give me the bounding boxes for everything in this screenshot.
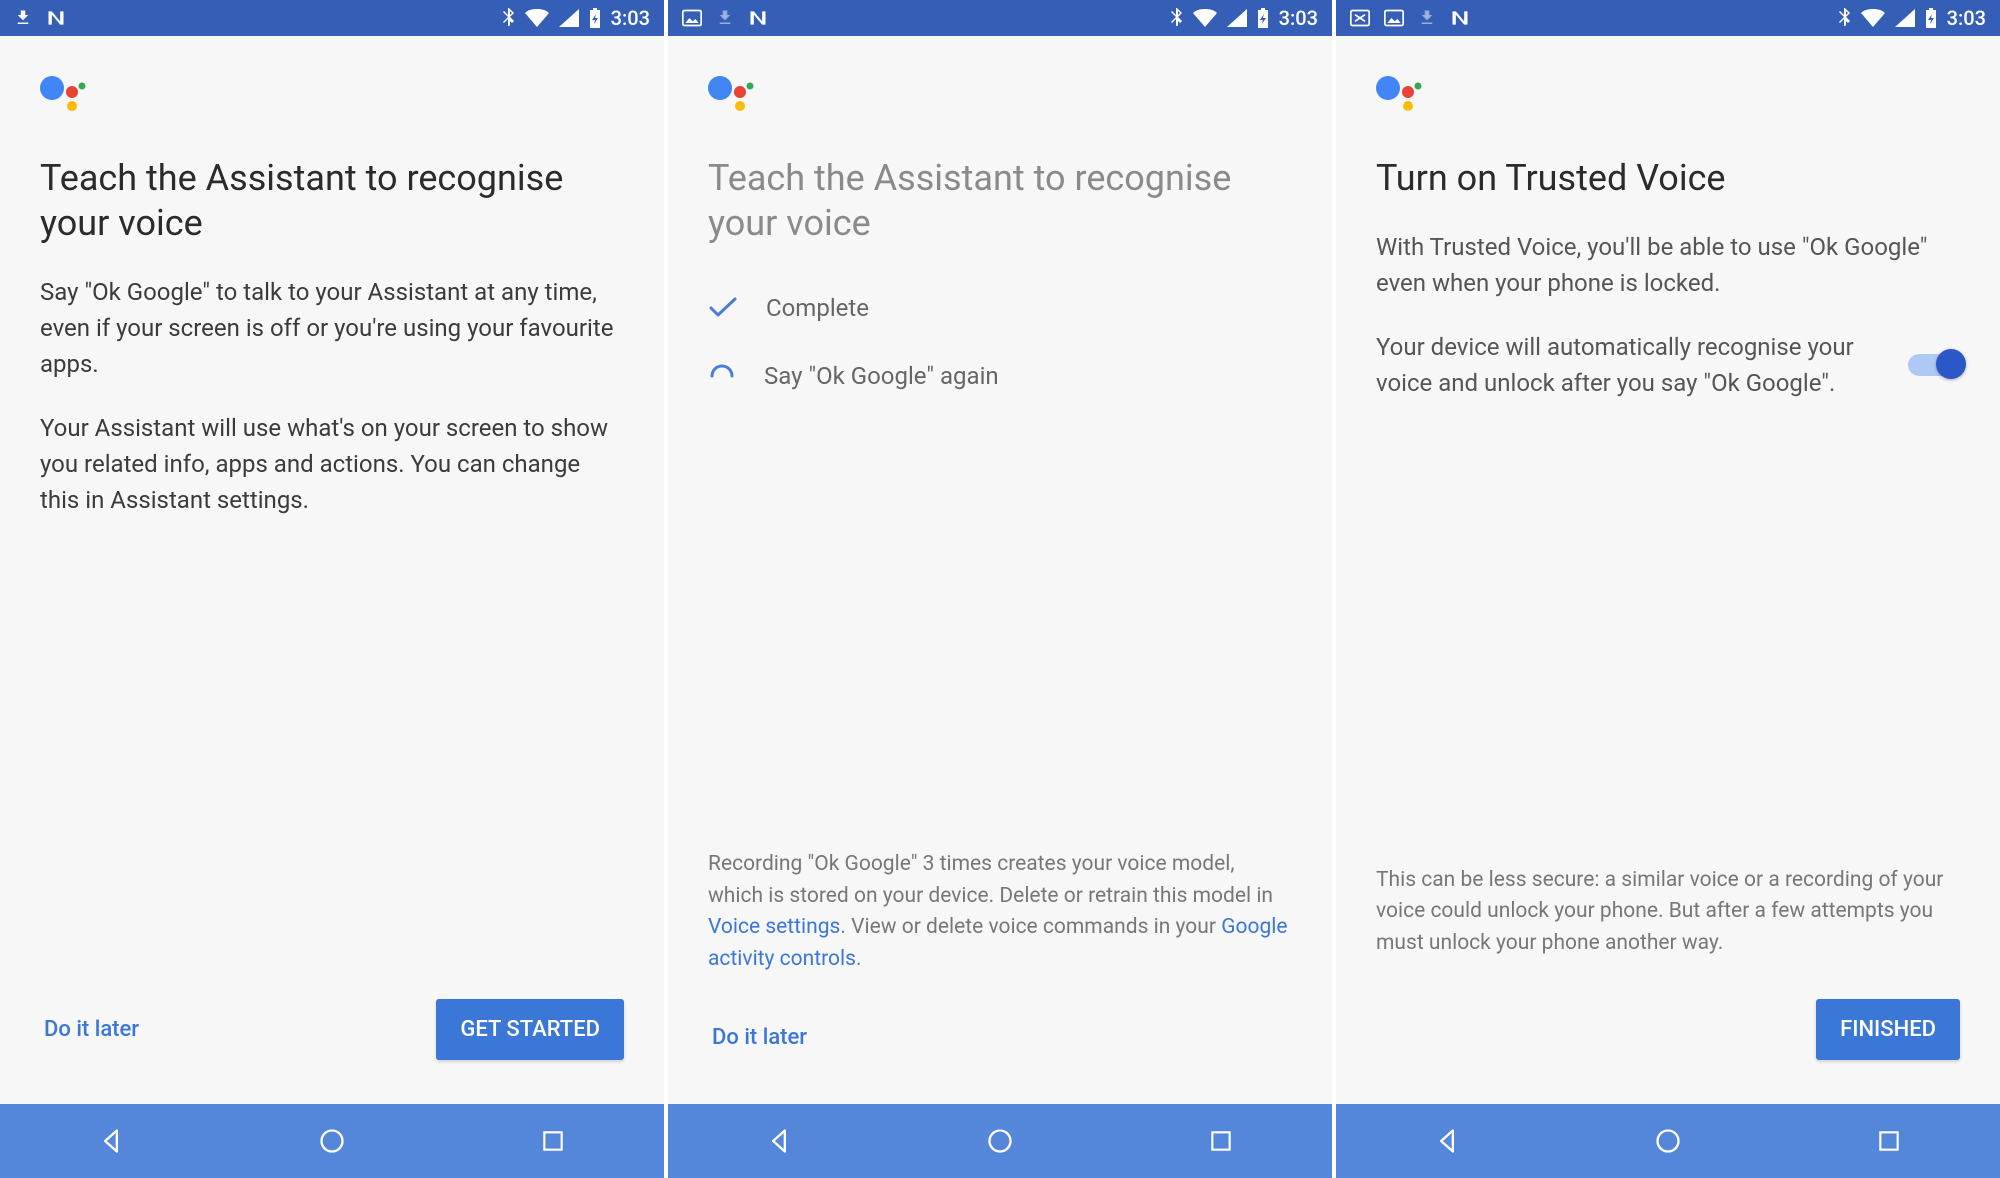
phone-screen-2: 3:03 Teach the Assistant to recognise yo… — [668, 0, 1332, 1178]
screen3-paragraph-1: With Trusted Voice, you'll be able to us… — [1376, 229, 1960, 301]
voice-training-steps: Complete Say "Ok Google" again — [708, 294, 1292, 430]
nav-home-button[interactable] — [940, 1127, 1060, 1155]
screen2-content: Teach the Assistant to recognise your vo… — [668, 36, 1332, 1104]
download-icon — [1418, 9, 1436, 27]
screen1-content: Teach the Assistant to recognise your vo… — [0, 36, 664, 1104]
phone-screen-3: 3:03 Turn on Trusted Voice With Trusted … — [1336, 0, 2000, 1178]
phone-screen-1: 3:03 Teach the Assistant to recognise yo… — [0, 0, 664, 1178]
step-complete: Complete — [708, 294, 1292, 322]
nav-back-button[interactable] — [51, 1127, 171, 1155]
step-in-progress-label: Say "Ok Google" again — [764, 362, 999, 390]
download-icon — [716, 9, 734, 27]
screen2-footer: Do it later — [708, 999, 1292, 1084]
battery-icon — [589, 8, 601, 28]
assistant-logo-icon — [708, 76, 1292, 120]
wifi-icon — [525, 9, 549, 27]
clock-text: 3:03 — [611, 6, 650, 30]
screenshot-icon — [1350, 9, 1370, 27]
trusted-voice-toggle-row: Your device will automatically recognise… — [1376, 329, 1960, 401]
battery-icon — [1925, 8, 1937, 28]
screen3-paragraph-2: Your device will automatically recognise… — [1376, 329, 1884, 401]
nav-bar — [1336, 1104, 2000, 1178]
status-bar: 3:03 — [1336, 0, 2000, 36]
status-bar: 3:03 — [0, 0, 664, 36]
note-text-post: . — [856, 947, 862, 971]
step-in-progress: Say "Ok Google" again — [708, 362, 1292, 390]
nav-bar — [0, 1104, 664, 1178]
nav-back-button[interactable] — [1387, 1127, 1507, 1155]
signal-icon — [559, 9, 579, 27]
nav-bar — [668, 1104, 1332, 1178]
signal-icon — [1227, 9, 1247, 27]
battery-icon — [1257, 8, 1269, 28]
check-icon — [708, 296, 738, 320]
assistant-logo-icon — [40, 76, 624, 120]
note-text-pre: Recording "Ok Google" 3 times creates yo… — [708, 852, 1273, 908]
status-bar: 3:03 — [668, 0, 1332, 36]
nav-back-button[interactable] — [719, 1127, 839, 1155]
trusted-voice-toggle[interactable] — [1908, 354, 1960, 376]
finished-button[interactable]: FINISHED — [1816, 999, 1960, 1060]
security-note: This can be less secure: a similar voice… — [1376, 865, 1960, 960]
image-icon — [1384, 9, 1404, 27]
bluetooth-icon — [1169, 8, 1183, 28]
screen3-content: Turn on Trusted Voice With Trusted Voice… — [1336, 36, 2000, 1104]
nav-recent-button[interactable] — [1829, 1128, 1949, 1154]
voice-model-note: Recording "Ok Google" 3 times creates yo… — [708, 849, 1292, 975]
signal-icon — [1895, 9, 1915, 27]
nav-home-button[interactable] — [1608, 1127, 1728, 1155]
bluetooth-icon — [1837, 8, 1851, 28]
screen2-heading: Teach the Assistant to recognise your vo… — [708, 156, 1292, 246]
download-icon — [14, 9, 32, 27]
screen1-footer: Do it later GET STARTED — [40, 983, 624, 1084]
screen3-heading: Turn on Trusted Voice — [1376, 156, 1960, 201]
clock-text: 3:03 — [1947, 6, 1986, 30]
do-it-later-button[interactable]: Do it later — [40, 1007, 143, 1052]
android-n-icon — [46, 9, 66, 27]
step-complete-label: Complete — [766, 294, 869, 322]
nav-recent-button[interactable] — [493, 1128, 613, 1154]
android-n-icon — [748, 9, 768, 27]
image-icon — [682, 9, 702, 27]
nav-recent-button[interactable] — [1161, 1128, 1281, 1154]
wifi-icon — [1861, 9, 1885, 27]
wifi-icon — [1193, 9, 1217, 27]
voice-settings-link[interactable]: Voice settings — [708, 915, 840, 939]
assistant-logo-icon — [1376, 76, 1960, 120]
android-n-icon — [1450, 9, 1470, 27]
nav-home-button[interactable] — [272, 1127, 392, 1155]
bluetooth-icon — [501, 8, 515, 28]
do-it-later-button[interactable]: Do it later — [708, 1015, 811, 1060]
note-text-mid: . View or delete voice commands in your — [840, 915, 1221, 939]
screen3-footer: FINISHED — [1376, 983, 1960, 1084]
spinner-icon — [708, 362, 736, 390]
clock-text: 3:03 — [1279, 6, 1318, 30]
screen1-paragraph-1: Say "Ok Google" to talk to your Assistan… — [40, 274, 624, 382]
screen1-heading: Teach the Assistant to recognise your vo… — [40, 156, 624, 246]
screen1-paragraph-2: Your Assistant will use what's on your s… — [40, 410, 624, 518]
get-started-button[interactable]: GET STARTED — [436, 999, 624, 1060]
